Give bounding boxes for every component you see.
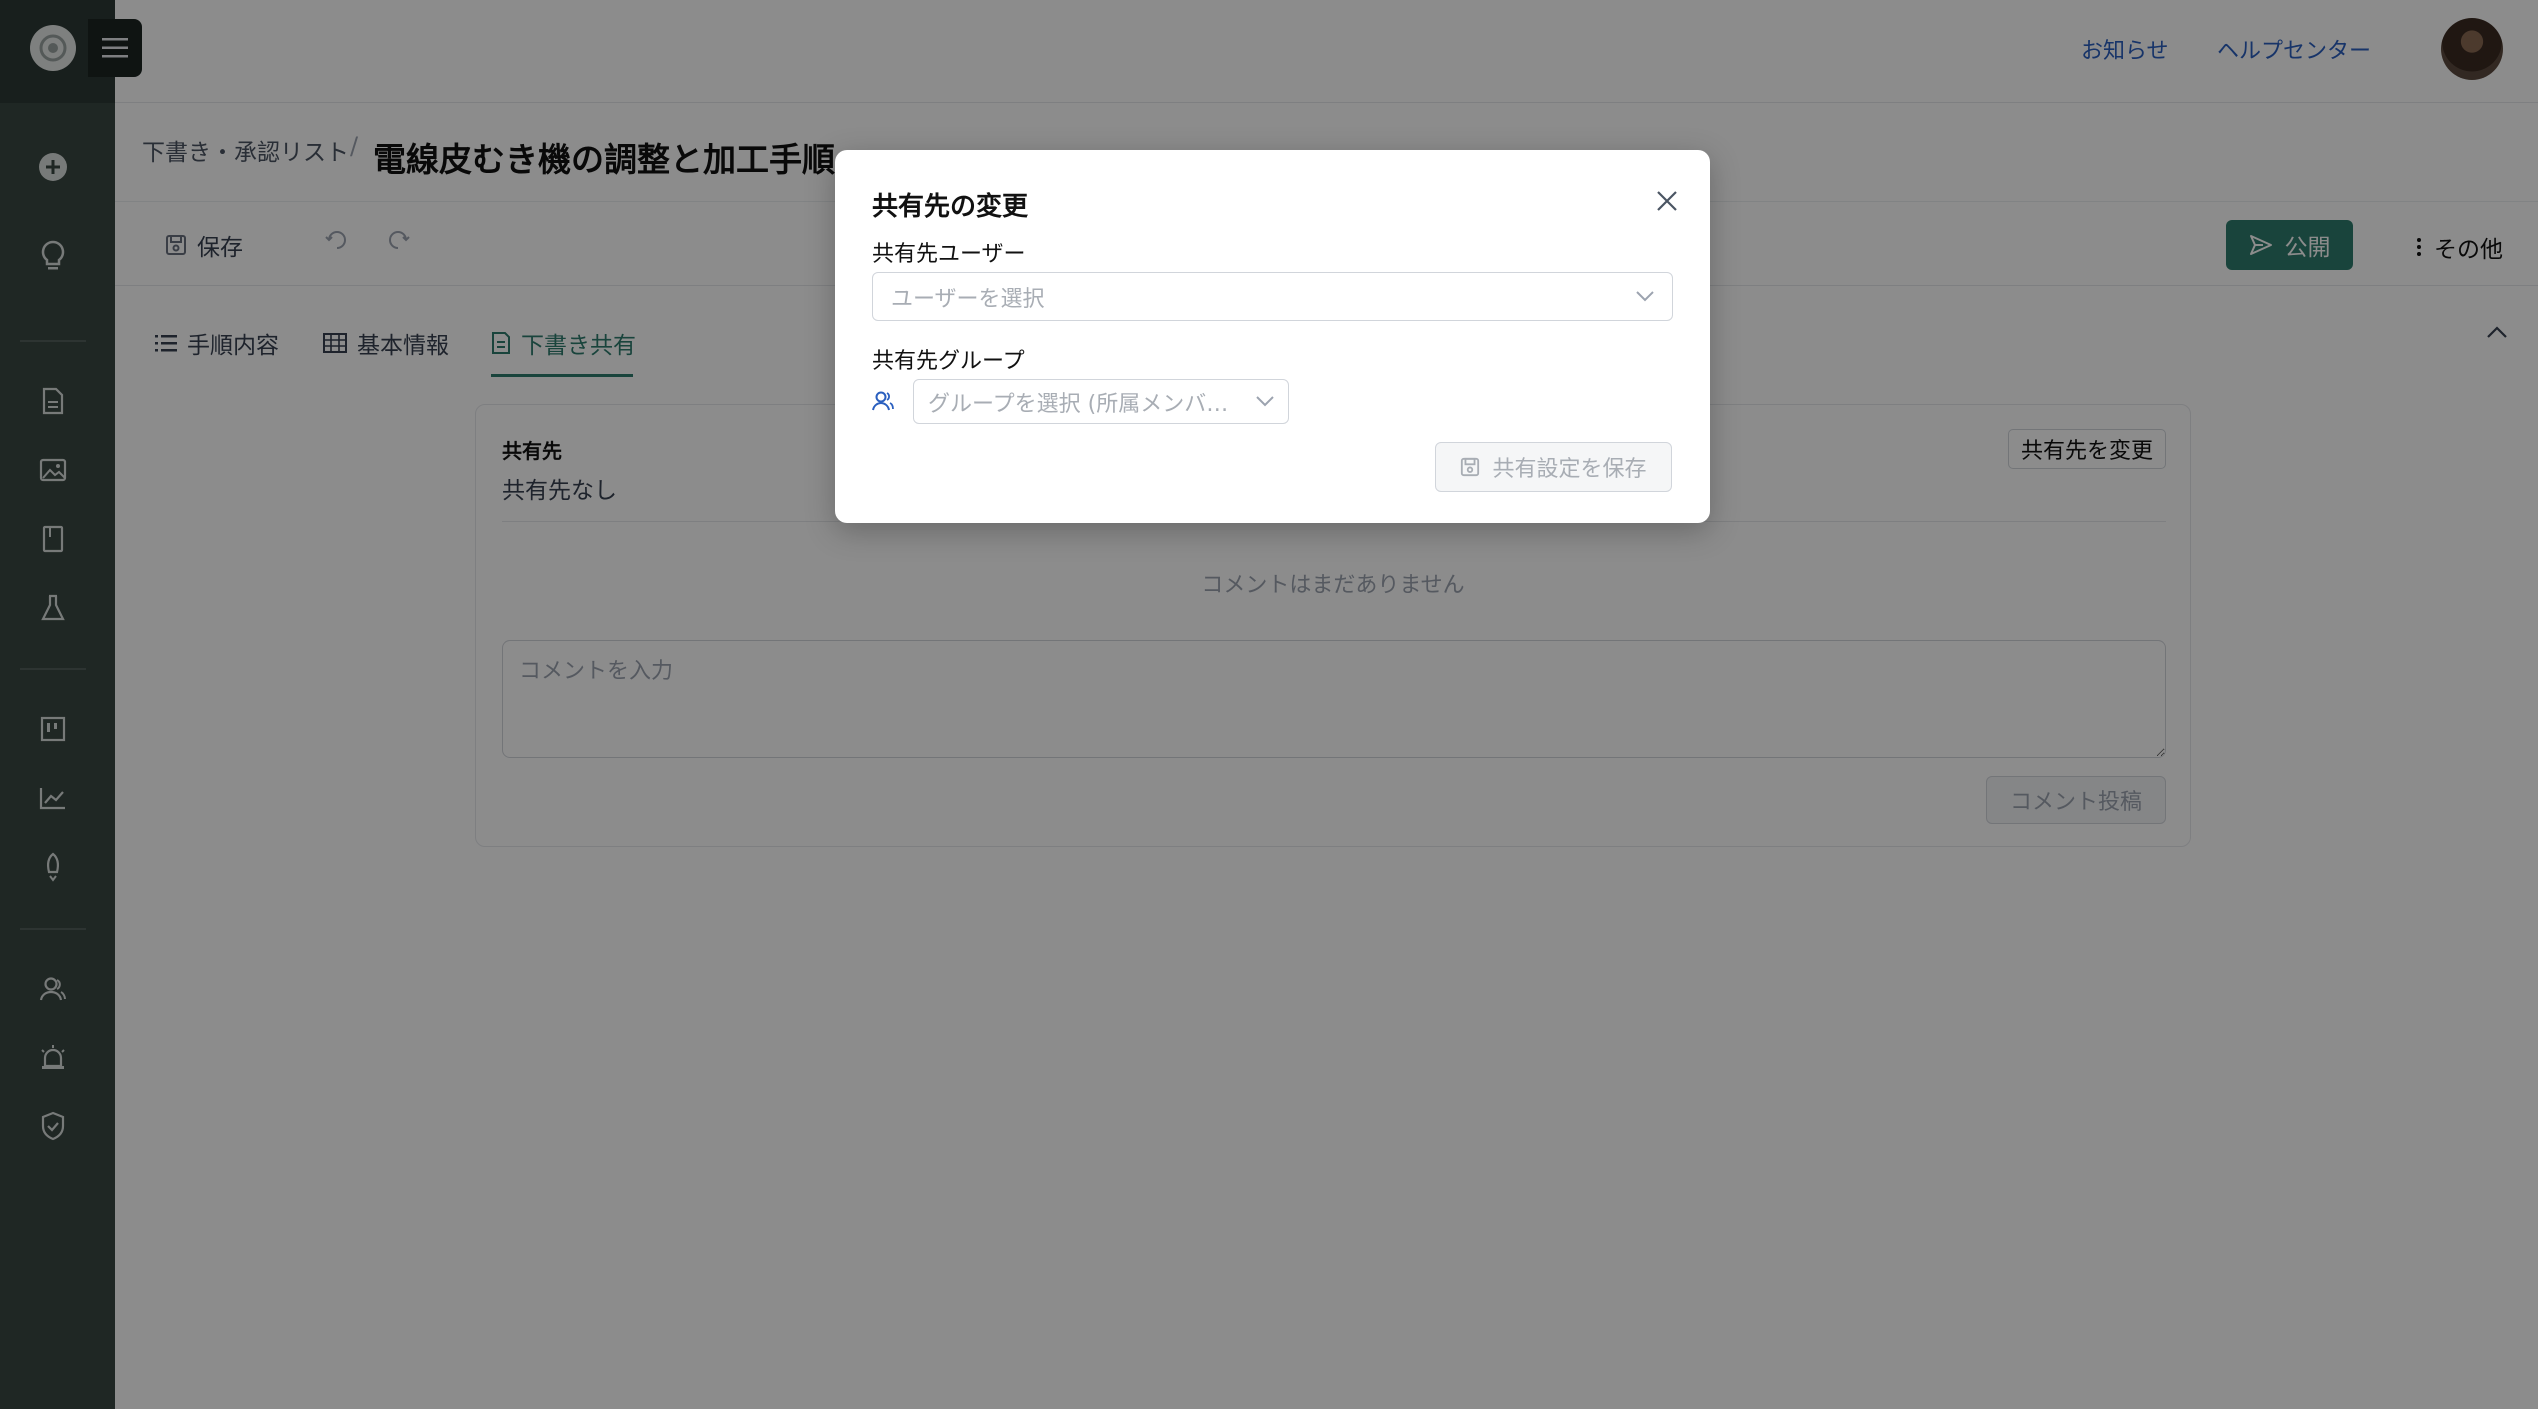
- close-button[interactable]: [1652, 186, 1682, 216]
- share-user-placeholder: ユーザーを選択: [891, 286, 1045, 312]
- share-settings-dialog: 共有先の変更 共有先ユーザー ユーザーを選択 共有先グループ グループを選択 (…: [835, 150, 1710, 523]
- save-share-settings-button[interactable]: 共有設定を保存: [1435, 442, 1672, 492]
- dialog-title: 共有先の変更: [872, 192, 1029, 222]
- share-group-select[interactable]: グループを選択 (所属メンバ…: [913, 379, 1289, 424]
- chevron-down-icon: [1256, 396, 1274, 407]
- save-icon: [1461, 457, 1480, 477]
- share-group-placeholder: グループを選択 (所属メンバ…: [928, 391, 1229, 417]
- share-user-label: 共有先ユーザー: [872, 242, 1026, 267]
- users-icon: [872, 391, 894, 411]
- group-icon: [872, 390, 894, 416]
- share-group-label: 共有先グループ: [872, 349, 1025, 374]
- save-share-settings-label: 共有設定を保存: [1492, 457, 1647, 482]
- share-user-select[interactable]: ユーザーを選択: [872, 272, 1673, 321]
- close-icon: [1657, 191, 1677, 211]
- chevron-down-icon: [1636, 291, 1654, 302]
